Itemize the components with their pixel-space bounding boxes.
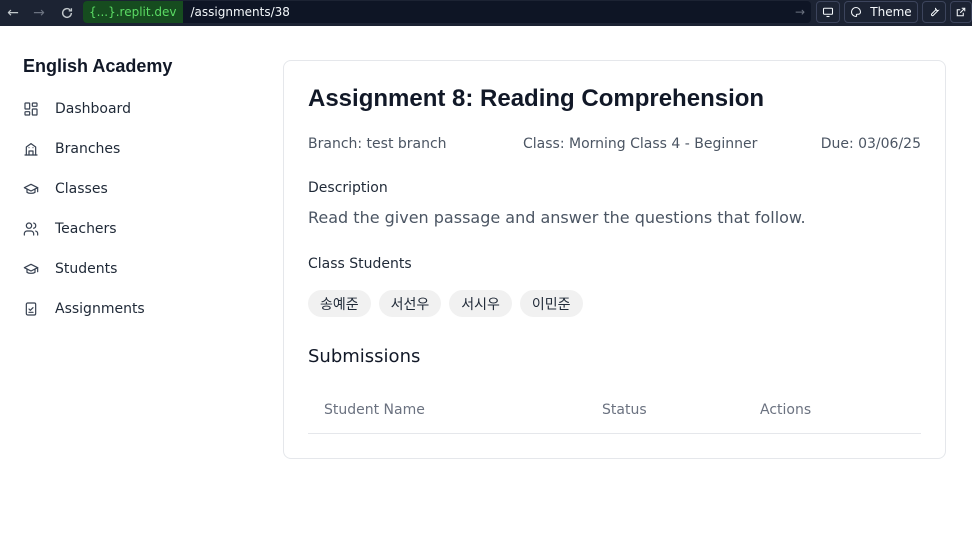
description-label: Description bbox=[308, 180, 388, 196]
column-header-student-name: Student Name bbox=[324, 402, 425, 418]
forward-icon[interactable]: → bbox=[26, 2, 52, 24]
sidebar-item-dashboard[interactable]: Dashboard bbox=[23, 99, 131, 119]
branch-text: Branch: test branch bbox=[308, 136, 447, 152]
monitor-icon bbox=[822, 7, 834, 18]
reload-icon[interactable] bbox=[54, 2, 80, 24]
sidebar-item-label: Branches bbox=[55, 141, 121, 157]
page-title: Assignment 8: Reading Comprehension bbox=[308, 85, 765, 112]
due-date-text: Due: 03/06/25 bbox=[820, 136, 921, 152]
graduation-cap-icon bbox=[23, 261, 39, 277]
url-path: /assignments/38 bbox=[190, 5, 290, 19]
sidebar-item-label: Assignments bbox=[55, 301, 145, 317]
open-external-button[interactable] bbox=[950, 1, 972, 23]
student-chip: 송예준 bbox=[308, 290, 371, 317]
sidebar-item-label: Classes bbox=[55, 181, 108, 197]
wrench-icon bbox=[930, 7, 940, 17]
student-chip: 서선우 bbox=[378, 290, 442, 317]
sidebar-item-students[interactable]: Students bbox=[23, 259, 117, 279]
theme-label: Theme bbox=[870, 5, 912, 19]
graduation-cap-icon bbox=[23, 181, 39, 197]
column-header-status: Status bbox=[602, 402, 647, 418]
url-bar[interactable]: {...}.replit.dev /assignments/38 → bbox=[83, 1, 811, 23]
url-domain: {...}.replit.dev bbox=[83, 1, 183, 23]
class-students-label: Class Students bbox=[308, 256, 412, 272]
submissions-title: Submissions bbox=[308, 346, 421, 367]
devtools-button[interactable] bbox=[816, 1, 840, 23]
student-chip: 서시우 bbox=[449, 290, 512, 317]
column-header-actions: Actions bbox=[760, 402, 812, 418]
sidebar-item-label: Students bbox=[55, 261, 118, 277]
palette-icon bbox=[851, 6, 862, 18]
student-chip: 이민준 bbox=[519, 290, 583, 317]
building-icon bbox=[23, 141, 39, 157]
external-link-icon bbox=[956, 7, 966, 17]
dashboard-icon bbox=[23, 101, 39, 117]
sidebar-item-assignments[interactable]: Assignments bbox=[23, 299, 145, 319]
sidebar-item-teachers[interactable]: Teachers bbox=[23, 219, 117, 239]
clipboard-check-icon bbox=[23, 301, 39, 317]
back-icon[interactable]: ← bbox=[0, 2, 26, 24]
go-icon[interactable]: → bbox=[795, 5, 805, 19]
sidebar-item-label: Teachers bbox=[55, 221, 117, 237]
table-header-divider bbox=[308, 433, 921, 434]
class-text: Class: Morning Class 4 - Beginner bbox=[523, 136, 758, 152]
sidebar-item-branches[interactable]: Branches bbox=[23, 139, 120, 159]
sidebar-item-classes[interactable]: Classes bbox=[23, 179, 108, 199]
sidebar-item-label: Dashboard bbox=[55, 101, 131, 117]
theme-button[interactable]: Theme bbox=[844, 1, 918, 23]
users-icon bbox=[23, 221, 39, 237]
brand-title: English Academy bbox=[23, 56, 173, 76]
tools-button[interactable] bbox=[922, 1, 946, 23]
student-chip-list: 송예준 서선우 서시우 이민준 bbox=[308, 290, 583, 317]
description-text: Read the given passage and answer the qu… bbox=[308, 208, 806, 227]
assignment-card: Assignment 8: Reading Comprehension Bran… bbox=[283, 60, 946, 459]
browser-toolbar: ← → {...}.replit.dev /assignments/38 → T… bbox=[0, 0, 972, 26]
